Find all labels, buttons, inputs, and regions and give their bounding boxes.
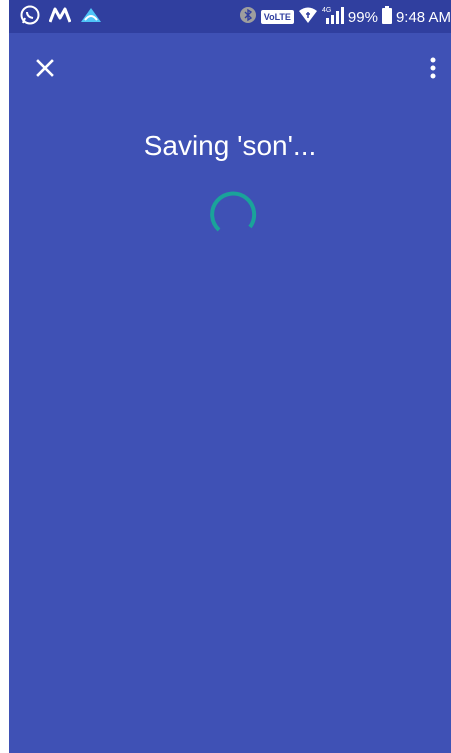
close-icon <box>36 59 54 77</box>
signal-icon: 4G <box>322 5 344 29</box>
wifi-icon <box>298 6 318 28</box>
volte-icon: VoLTE <box>260 10 294 24</box>
network-type-label: 4G <box>322 7 331 14</box>
cloud-app-icon <box>79 6 103 29</box>
battery-icon <box>381 6 392 28</box>
overflow-menu-button[interactable] <box>421 52 445 84</box>
system-status: VoLTE 4G 99% 9:48 AM <box>239 5 451 29</box>
whatsapp-icon <box>19 4 41 31</box>
bluetooth-icon <box>239 6 257 28</box>
battery-percent: 99% <box>347 8 378 26</box>
notification-icons <box>19 5 103 29</box>
saving-title: Saving 'son'... <box>143 130 317 161</box>
clock: 9:48 AM <box>395 8 451 26</box>
status-bar: VoLTE 4G 99% 9:48 AM <box>9 0 451 33</box>
more-vert-icon <box>430 57 436 79</box>
close-button[interactable] <box>29 52 61 84</box>
app-screen: VoLTE 4G 99% 9:48 AM Saving 'son'... <box>9 0 451 753</box>
m-app-icon <box>48 6 72 29</box>
loading-spinner <box>206 190 260 244</box>
